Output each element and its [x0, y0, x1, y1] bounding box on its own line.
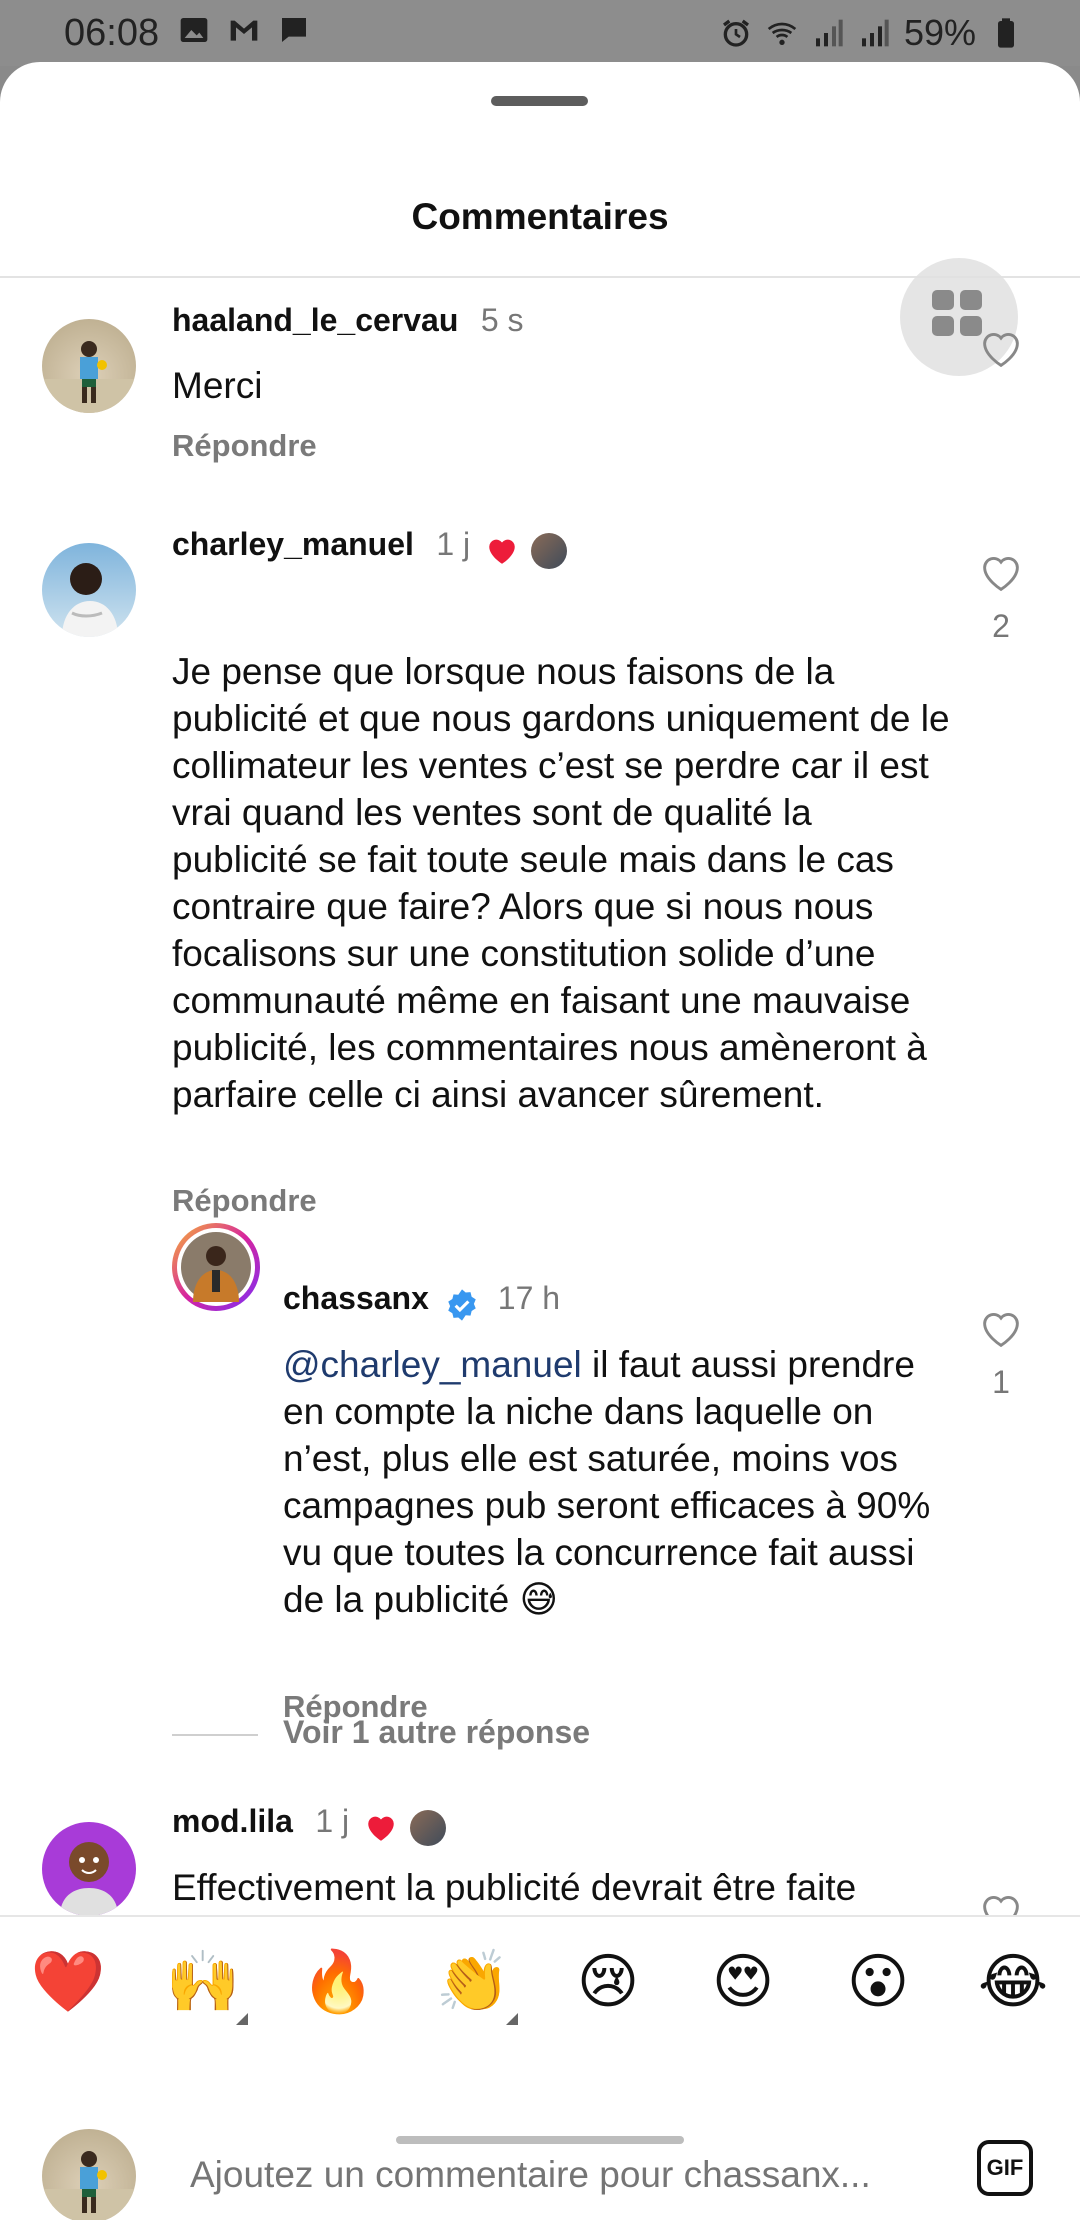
creator-mini-avatar — [531, 532, 568, 569]
avatar[interactable] — [42, 543, 136, 637]
emoji-clapping[interactable]: 👏 — [433, 1947, 513, 2017]
signal-icon — [815, 19, 843, 47]
signal-icon — [861, 19, 889, 47]
comment-username[interactable]: haaland_le_cervau — [172, 302, 458, 338]
gmail-icon — [230, 20, 258, 41]
comments-sheet: Commentaires haaland_le_cervau 5 s Merci… — [0, 62, 1080, 2220]
verified-badge-icon — [448, 1289, 477, 1321]
comment-username[interactable]: charley_manuel — [172, 526, 414, 562]
emoji-crying[interactable]: 😢 — [568, 1947, 648, 2017]
comment-time: 17 h — [497, 1280, 561, 1316]
battery-percent: 59% — [903, 12, 976, 53]
avatar-image — [62, 563, 118, 637]
avatar[interactable] — [42, 1822, 136, 1916]
emoji-laughing[interactable]: 😂 — [973, 1947, 1053, 2017]
gif-button[interactable]: GIF — [977, 2140, 1033, 2196]
wifi-icon — [767, 22, 797, 45]
page-title: Commentaires — [411, 196, 669, 237]
comment-text: Merci — [172, 365, 263, 406]
comment-time: 5 s — [480, 302, 524, 338]
emoji-heart[interactable]: ❤️ — [28, 1947, 108, 2017]
comment-username[interactable]: chassanx — [283, 1280, 429, 1316]
skin-tone-indicator — [236, 2013, 248, 2025]
comment-username[interactable]: mod.lila — [172, 1803, 293, 1839]
heart-outline-icon[interactable] — [979, 1309, 1023, 1349]
heart-outline-icon[interactable] — [979, 329, 1023, 369]
emoji-heart-eyes[interactable]: 😍 — [703, 1947, 783, 2017]
comment-text: Effectivement la publicité devrait être … — [172, 1867, 857, 1908]
avatar-image — [181, 1232, 251, 1302]
status-bar: 06:08 59% — [0, 0, 1080, 66]
creator-liked-heart-icon — [488, 539, 515, 564]
home-indicator[interactable] — [396, 2136, 684, 2144]
reply-body: il faut aussi prendre en compte la niche… — [283, 1344, 931, 1620]
avatar[interactable] — [42, 319, 136, 413]
comment-text: Je pense que lorsque nous faisons de la … — [172, 651, 950, 1115]
creator-liked-heart-icon — [367, 1816, 394, 1841]
avatar-image — [42, 2151, 136, 2220]
comment-composer: GIF — [0, 2045, 1080, 2220]
heart-outline-icon[interactable] — [979, 553, 1023, 593]
comment-text: @charley_manuel il faut aussi prendre en… — [283, 1341, 953, 1623]
status-time: 06:08 — [64, 12, 160, 54]
emoji-raising-hands[interactable]: 🙌 — [163, 1947, 243, 2017]
creator-mini-avatar — [410, 1809, 447, 1846]
battery-icon — [998, 18, 1014, 48]
message-icon — [282, 18, 306, 42]
avatar[interactable] — [172, 1223, 260, 1311]
mention-link[interactable]: @charley_manuel — [283, 1344, 582, 1385]
view-more-line — [172, 1734, 258, 1736]
comment-time: 1 j — [315, 1803, 350, 1839]
drag-handle[interactable] — [491, 96, 588, 106]
emoji-surprised[interactable]: 😮 — [838, 1947, 918, 2017]
my-avatar — [42, 2129, 136, 2220]
like-count: 2 — [992, 608, 1010, 644]
skin-tone-indicator — [506, 2013, 518, 2025]
avatar-image — [60, 1842, 118, 1916]
alarm-icon — [722, 19, 749, 47]
comment-time: 1 j — [436, 526, 471, 562]
image-icon — [180, 18, 208, 42]
comment-input[interactable] — [188, 2153, 952, 2197]
view-more-replies-button[interactable]: Voir 1 autre réponse — [283, 1714, 590, 1751]
reply-button[interactable]: Répondre — [172, 1183, 317, 1219]
like-count: 1 — [992, 1364, 1010, 1400]
avatar-image — [42, 341, 136, 413]
emoji-reaction-bar: ❤️ 🙌 🔥 👏 😢 😍 😮 😂 — [0, 1915, 1080, 2047]
reply-button[interactable]: Répondre — [172, 428, 317, 464]
emoji-fire[interactable]: 🔥 — [298, 1947, 378, 2017]
